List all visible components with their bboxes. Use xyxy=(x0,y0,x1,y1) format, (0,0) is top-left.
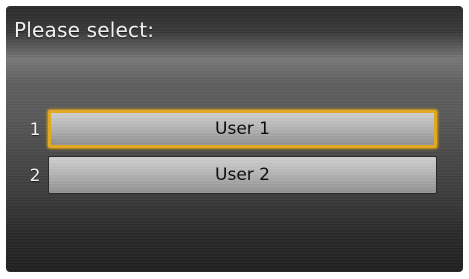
option-number-1: 1 xyxy=(29,120,41,140)
option-user-2-button[interactable]: User 2 xyxy=(48,156,437,194)
selection-screen: Please select: 1 User 1 2 User 2 xyxy=(6,6,463,272)
option-user-1-button[interactable]: User 1 xyxy=(48,110,437,148)
prompt-title: Please select: xyxy=(14,18,155,42)
option-number-2: 2 xyxy=(29,166,41,186)
